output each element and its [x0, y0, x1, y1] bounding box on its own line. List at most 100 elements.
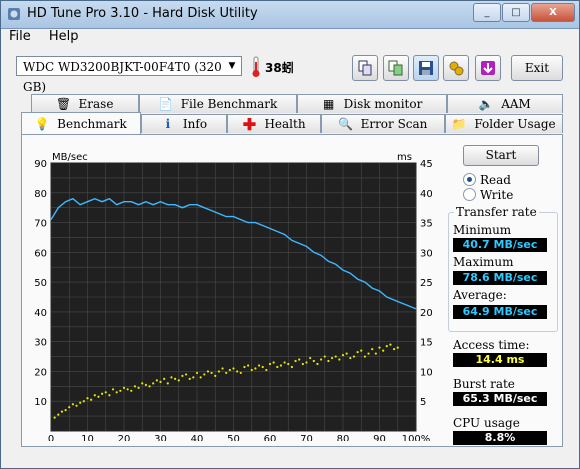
access-time-point — [214, 374, 217, 378]
tab-benchmark[interactable]: 💡 Benchmark — [21, 112, 141, 134]
access-time-point — [195, 371, 199, 375]
tab-error-scan[interactable]: 🔍 Error Scan — [321, 114, 445, 133]
minimize-button[interactable]: _ — [473, 3, 501, 22]
y-right-tick-label: 15 — [420, 338, 433, 349]
folder-icon: 📁 — [451, 117, 467, 131]
y-right-tick-label: 40 — [420, 189, 433, 200]
access-time-point — [79, 401, 82, 404]
x-tick-label: 20 — [118, 434, 131, 441]
x-tick-label: 50 — [227, 434, 240, 441]
burst-rate-value: 65.3 MB/sec — [453, 392, 547, 406]
read-radio[interactable]: Read — [463, 173, 553, 187]
access-time-point — [305, 361, 308, 364]
menu-help[interactable]: Help — [49, 29, 79, 44]
minimum-value: 40.7 MB/sec — [453, 238, 547, 252]
access-time-point — [144, 383, 147, 386]
download-button[interactable] — [475, 55, 501, 81]
options-button[interactable] — [443, 55, 469, 81]
x-tick-label: 40 — [191, 434, 204, 441]
access-time-point — [312, 359, 315, 363]
access-time-point — [177, 379, 180, 382]
tab-aam-label: AAM — [501, 97, 531, 111]
tab-health-label: Health — [264, 117, 306, 131]
read-radio-dot — [463, 173, 476, 186]
drive-select[interactable]: WDC WD3200BJKT-00F4T0 (320 GB) ▼ — [16, 56, 242, 94]
access-time-point — [53, 416, 56, 419]
copy-info-icon — [358, 60, 372, 76]
save-button[interactable] — [413, 55, 439, 81]
y-right-tick-label: 35 — [420, 219, 433, 230]
access-time-point — [217, 370, 220, 373]
access-time-point — [108, 394, 111, 397]
access-time-point — [374, 352, 377, 355]
access-time-point — [283, 361, 286, 364]
x-tick-label: 70 — [300, 434, 313, 441]
access-time-point — [294, 359, 297, 363]
info-icon: i — [165, 117, 171, 131]
access-time-point — [199, 376, 202, 379]
access-time-point — [82, 400, 85, 403]
access-time-point — [111, 388, 115, 391]
access-time-point — [115, 391, 118, 394]
bulb-icon: 💡 — [34, 116, 50, 131]
copy-screen-button[interactable] — [383, 55, 409, 81]
access-time-point — [133, 385, 137, 388]
y-right-tick-label: 25 — [420, 278, 433, 289]
tab-folder-usage[interactable]: 📁 Folder Usage — [445, 114, 563, 133]
burst-rate-label: Burst rate — [453, 377, 515, 391]
access-time-point — [345, 352, 348, 355]
y-right-tick-label: 45 — [420, 159, 433, 170]
write-radio[interactable]: Write — [463, 188, 553, 202]
close-button[interactable]: X — [531, 3, 575, 22]
title-bar[interactable]: HD Tune Pro 3.10 - Hard Disk Utility _ □… — [1, 1, 579, 29]
tab-file-benchmark[interactable]: 📄 File Benchmark — [139, 94, 297, 113]
copy-info-button[interactable] — [352, 55, 378, 81]
access-time-value: 14.4 ms — [453, 353, 547, 367]
access-time-point — [338, 358, 341, 361]
y-right-tick-label: 30 — [420, 248, 433, 259]
access-time-point — [309, 356, 312, 360]
tab-file-benchmark-label: File Benchmark — [180, 97, 278, 111]
benchmark-chart: 0 10 20 30 40 50 60 70 80 90 100% 10 20 30 40 50 60 70 80 9… — [34, 152, 433, 441]
start-button[interactable]: Start — [463, 145, 539, 166]
maximize-button[interactable]: □ — [502, 3, 530, 22]
access-time-point — [301, 362, 304, 366]
access-time-point — [57, 413, 60, 416]
tab-disk-monitor[interactable]: ▦ Disk monitor — [297, 94, 447, 113]
tab-health[interactable]: ✚ Health — [227, 114, 321, 134]
chevron-down-icon: ▼ — [228, 61, 236, 71]
health-cross-icon: ✚ — [242, 114, 257, 134]
save-icon — [419, 61, 433, 75]
x-tick-label: 90 — [373, 434, 386, 441]
tab-folder-usage-label: Folder Usage — [474, 117, 556, 131]
copy-screen-icon — [388, 60, 403, 76]
access-time-point — [323, 355, 326, 358]
y-left-tick-label: 70 — [34, 219, 47, 230]
cpu-usage-label: CPU usage — [453, 416, 520, 430]
y-left-tick-label: 90 — [34, 159, 47, 170]
access-time-point — [356, 350, 359, 354]
exit-button[interactable]: Exit — [511, 55, 563, 81]
y-left-tick-label: 60 — [34, 248, 47, 259]
tab-info[interactable]: i Info — [141, 114, 227, 133]
tab-aam[interactable]: 🔈 AAM — [447, 94, 563, 113]
write-radio-label: Write — [480, 188, 514, 202]
maximum-label: Maximum — [453, 255, 514, 269]
access-time-point — [385, 345, 388, 348]
menu-file[interactable]: File — [9, 29, 31, 44]
tab-info-label: Info — [182, 117, 208, 131]
app-window: HD Tune Pro 3.10 - Hard Disk Utility _ □… — [0, 0, 580, 469]
access-time-point — [137, 386, 140, 389]
y-right-tick-label: 5 — [420, 397, 426, 408]
read-radio-label: Read — [480, 173, 511, 187]
access-time-point — [393, 348, 396, 351]
access-time-point — [64, 409, 67, 412]
x-tick-label: 100% — [402, 434, 431, 441]
transfer-rate-title: Transfer rate — [454, 205, 539, 219]
access-time-point — [130, 389, 133, 392]
access-time-point — [334, 355, 337, 358]
access-time-point — [276, 365, 279, 369]
tab-erase[interactable]: 🗑 Erase — [31, 94, 139, 113]
access-time-point — [239, 371, 242, 375]
tab-erase-label: Erase — [78, 97, 114, 111]
